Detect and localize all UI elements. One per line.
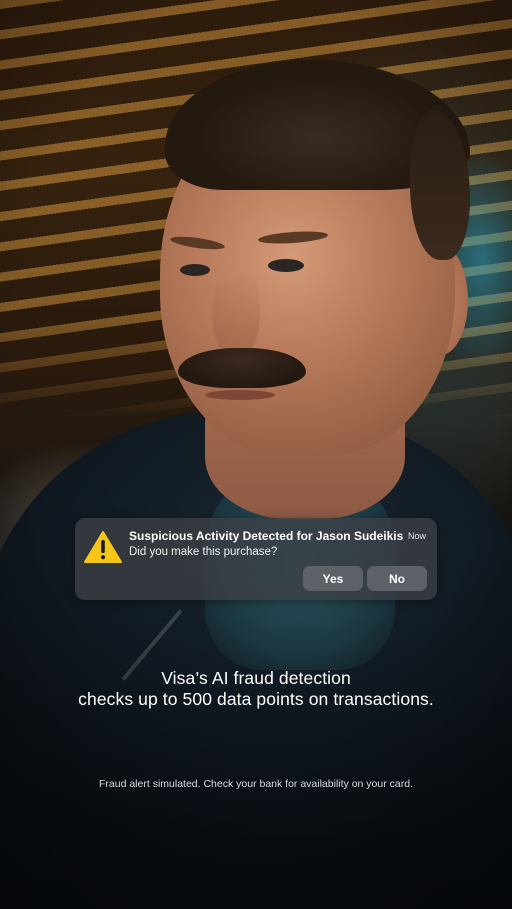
disclaimer: Fraud alert simulated. Check your bank f… [99, 778, 413, 790]
caption-line-1: Visa’s AI fraud detection [161, 668, 351, 688]
notification-time: Now [407, 531, 426, 541]
fraud-alert-notification[interactable]: Suspicious Activity Detected for Jason S… [75, 518, 437, 600]
yes-button[interactable]: Yes [303, 566, 363, 591]
vignette [0, 0, 512, 909]
notification-title: Suspicious Activity Detected for Jason S… [129, 529, 404, 543]
ad-frame: Suspicious Activity Detected for Jason S… [0, 0, 512, 909]
warning-icon [83, 530, 123, 564]
caption-line-2: checks up to 500 data points on transact… [78, 689, 434, 709]
no-button[interactable]: No [367, 566, 427, 591]
notification-body: Did you make this purchase? [129, 546, 278, 558]
